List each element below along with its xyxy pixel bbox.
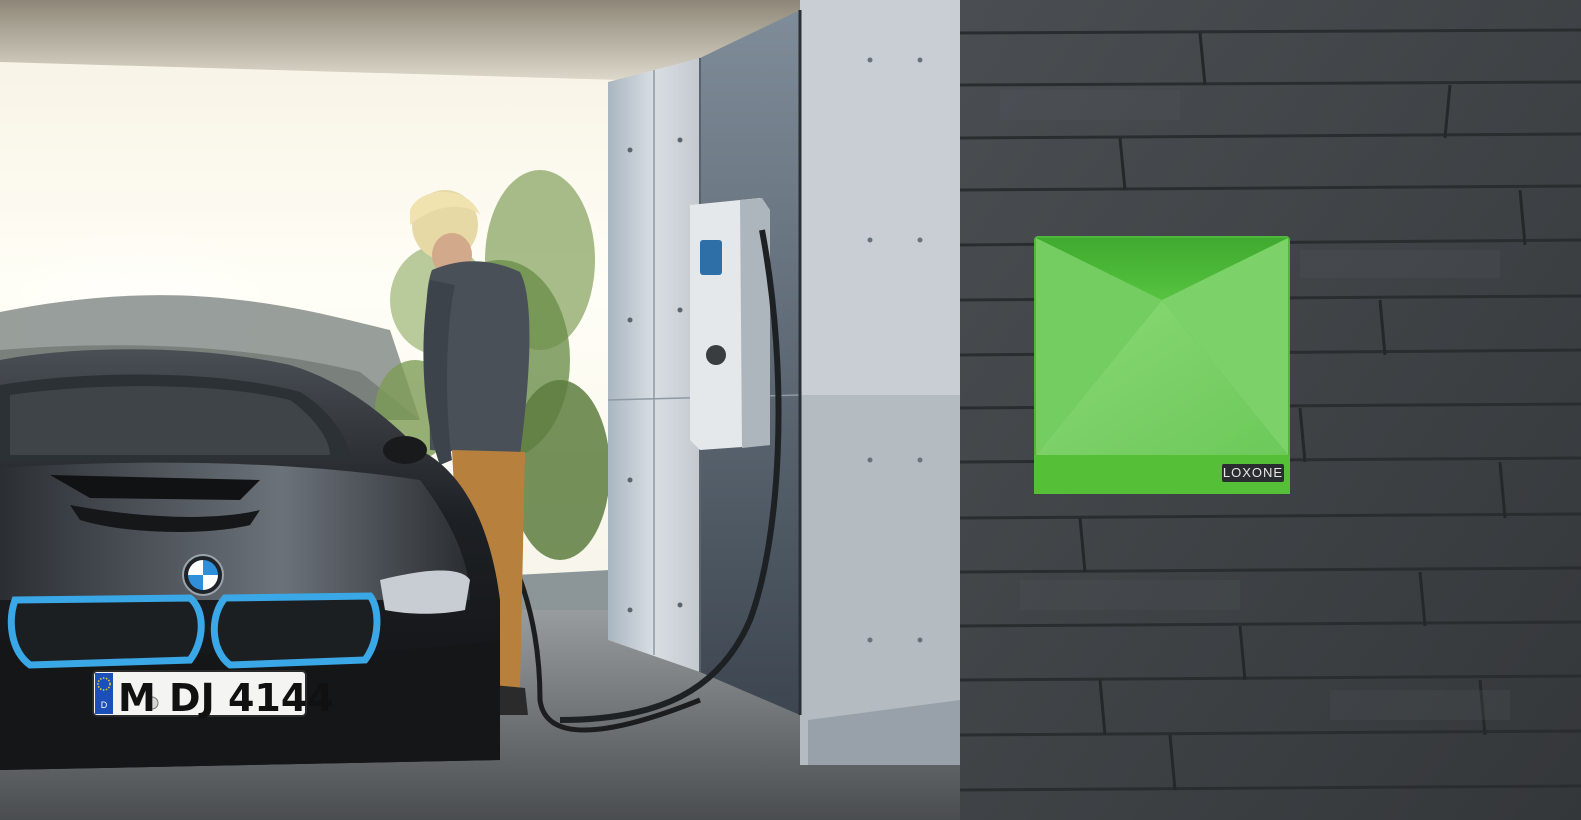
- photo-illustration: D M DJ 4144 LOXONE: [0, 0, 1581, 820]
- plate-country-code: D: [101, 700, 108, 710]
- smart-home-device: LOXONE: [1034, 236, 1290, 494]
- license-plate: D M DJ 4144: [92, 670, 334, 720]
- plate-number: M DJ 4144: [118, 676, 334, 720]
- hero-photo: D M DJ 4144 LOXONE: [0, 0, 1581, 820]
- concrete-wall: [607, 0, 960, 765]
- bmw-roundel-icon: [182, 554, 224, 596]
- device-brand-label: LOXONE: [1223, 465, 1283, 480]
- kidney-grille: [7, 592, 381, 669]
